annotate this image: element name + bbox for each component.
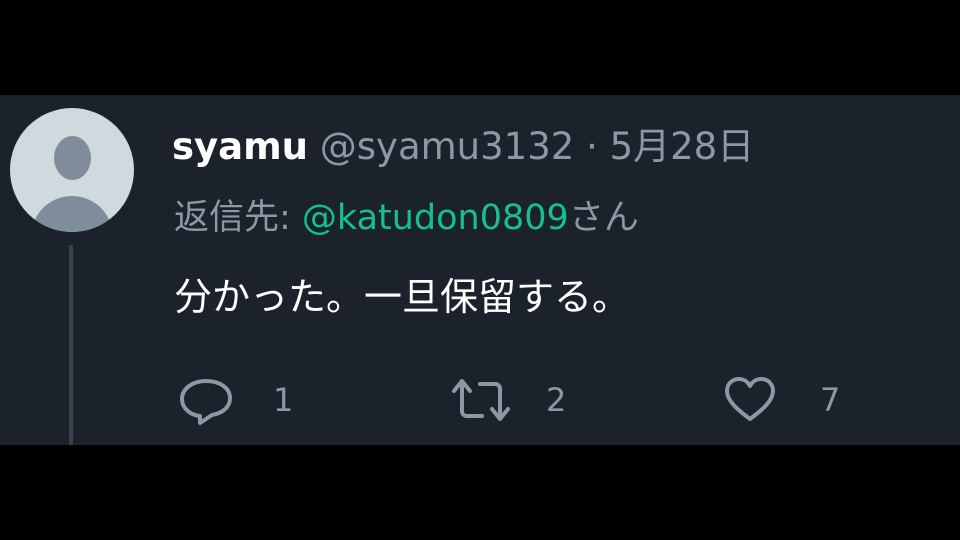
avatar-default-head (54, 136, 91, 180)
avatar-default-body (31, 196, 113, 232)
retweet-button[interactable]: 2 (450, 375, 590, 425)
reply-button[interactable]: 1 (178, 375, 318, 425)
retweet-count: 2 (546, 381, 567, 419)
header-separator: · (586, 125, 598, 168)
retweet-icon (452, 379, 510, 421)
tweet-date[interactable]: 5月28日 (610, 125, 755, 168)
author-handle[interactable]: @syamu3132 (320, 125, 575, 168)
like-count: 7 (820, 381, 841, 419)
reply-count: 1 (273, 381, 294, 419)
avatar[interactable] (10, 108, 134, 232)
reply-icon (180, 379, 232, 425)
like-button[interactable]: 7 (722, 375, 862, 425)
tweet-header: syamu @syamu3132 · 5月28日 (172, 123, 754, 171)
author-display-name[interactable]: syamu (172, 125, 308, 168)
tweet-text: 分かった。一旦保留する。 (174, 275, 631, 319)
thread-line (69, 245, 73, 445)
reply-mention-link[interactable]: @katudon0809 (302, 198, 569, 238)
reply-context: 返信先: @katudon0809さん (174, 195, 639, 241)
tweet-card[interactable]: syamu @syamu3132 · 5月28日 返信先: @katudon08… (0, 95, 960, 445)
heart-icon (725, 377, 775, 421)
reply-prefix: 返信先: (174, 198, 302, 238)
reply-suffix: さん (568, 198, 639, 238)
